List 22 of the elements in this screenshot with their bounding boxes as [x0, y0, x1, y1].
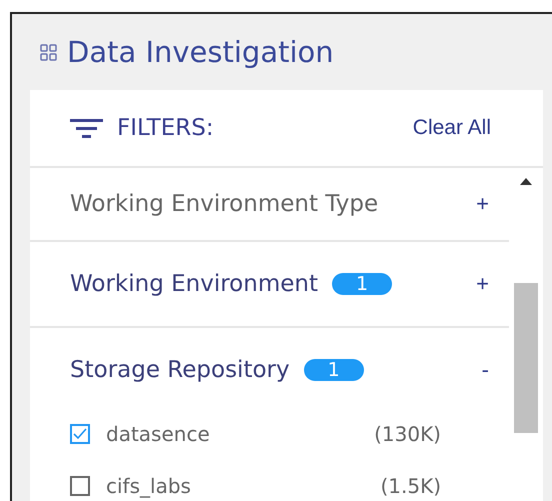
collapse-toggle[interactable]: -: [478, 357, 493, 383]
option-count: (130K): [374, 422, 441, 446]
scroll-up-icon[interactable]: [520, 178, 532, 185]
grid-icon: [40, 44, 57, 60]
filter-group-title[interactable]: Working Environment Type: [70, 191, 378, 217]
filters-title: FILTERS:: [117, 115, 215, 141]
checkmark-icon: [73, 428, 87, 440]
panel-title: Data Investigation: [67, 35, 334, 69]
expand-toggle[interactable]: +: [472, 191, 493, 217]
checkbox[interactable]: [70, 424, 90, 444]
option-label: cifs_labs: [106, 474, 192, 498]
filter-group-title[interactable]: Working Environment: [70, 271, 318, 297]
option-label: datasence: [106, 422, 211, 446]
clear-all-link[interactable]: Clear All: [412, 116, 491, 140]
count-badge: 1: [304, 359, 364, 381]
filter-icon: [70, 118, 103, 138]
filter-group-title[interactable]: Storage Repository: [70, 357, 290, 383]
count-badge: 1: [332, 273, 392, 295]
option-count: (1.5K): [380, 474, 441, 498]
expand-toggle[interactable]: +: [472, 271, 493, 297]
scrollbar-thumb[interactable]: [514, 283, 538, 433]
checkbox[interactable]: [70, 476, 90, 496]
